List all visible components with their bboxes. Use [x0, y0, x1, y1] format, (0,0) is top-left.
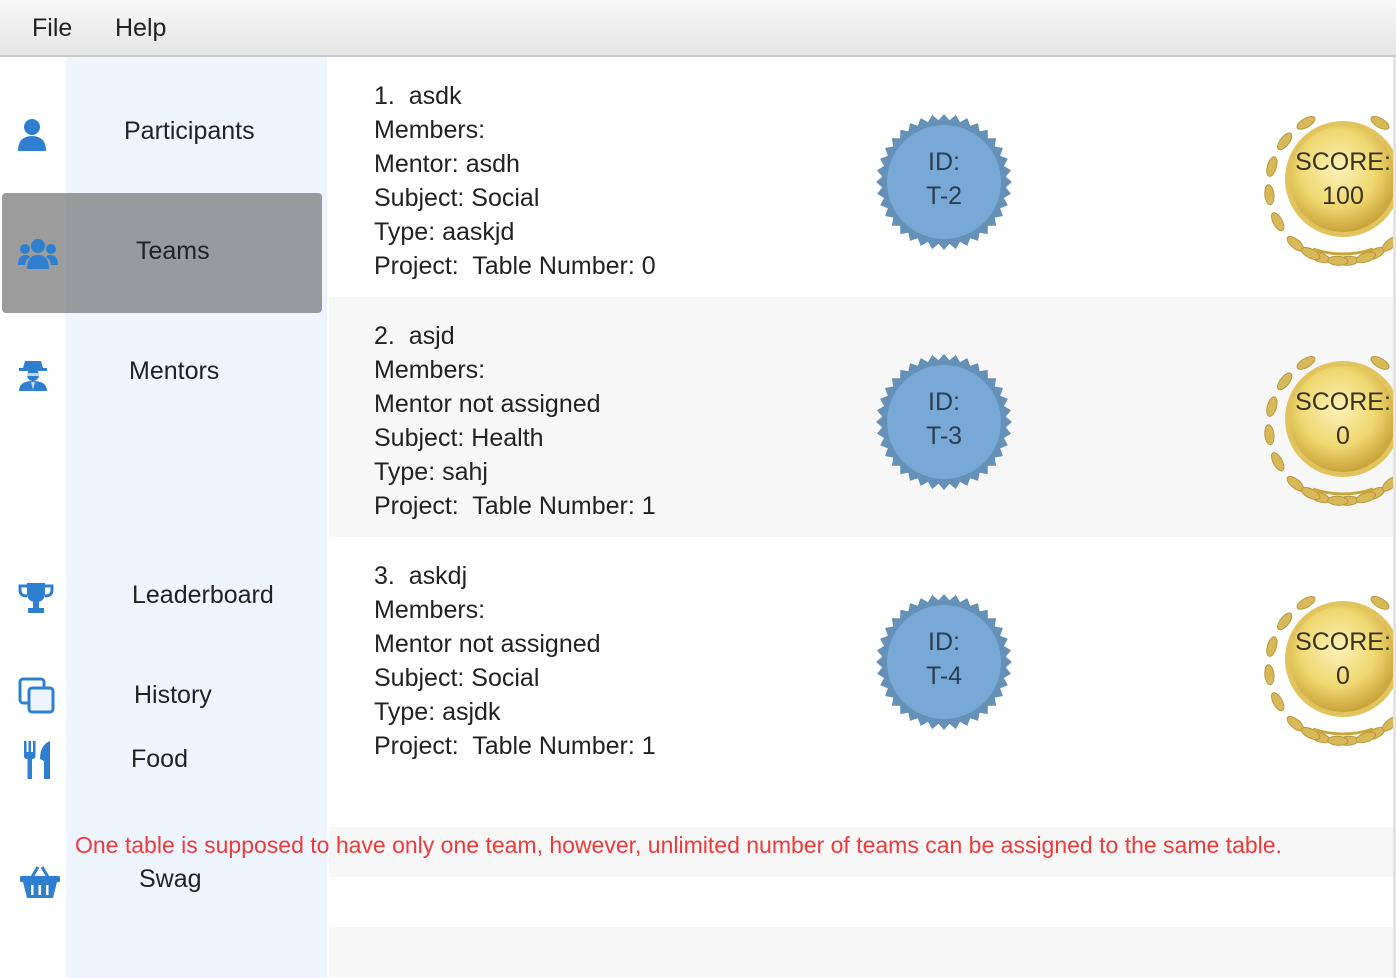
team-members: Members: [374, 596, 486, 624]
score-label: SCORE: [1295, 388, 1391, 416]
team-mentor: Mentor not assigned [374, 390, 601, 418]
sidebar-item-food[interactable]: Food [0, 731, 322, 791]
team-score-badge: SCORE: 100 [1253, 99, 1396, 267]
sidebar-item-swag[interactable]: Swag [0, 851, 322, 911]
team-number: 3. [374, 562, 395, 590]
team-project: Project: Table Number: 1 [374, 732, 656, 760]
menu-file[interactable]: File [32, 14, 72, 43]
team-mentor: Mentor not assigned [374, 630, 601, 658]
sidebar-item-label: Leaderboard [132, 581, 274, 609]
team-id-badge: ID: T-2 [875, 113, 1013, 251]
team-id-badge: ID: T-3 [875, 353, 1013, 491]
team-card[interactable]: 1. asdk Members: Mentor: asdh Subject: S… [329, 57, 1396, 297]
sidebar-item-label: Teams [136, 237, 210, 265]
cutlery-icon [22, 741, 52, 779]
team-project: Project: Table Number: 0 [374, 252, 656, 280]
team-score: 0 [1336, 422, 1350, 450]
sidebar-item-participants[interactable]: Participants [0, 103, 322, 163]
team-members: Members: [374, 116, 486, 144]
team-subject: Subject: Health [374, 424, 544, 452]
sidebar-item-label: Food [131, 745, 188, 773]
team-type: Type: asjdk [374, 698, 501, 726]
team-card[interactable]: 2. asjd Members: Mentor not assigned Sub… [329, 297, 1396, 537]
team-subject: Subject: Social [374, 184, 540, 212]
trophy-icon [18, 581, 54, 615]
sidebar-item-leaderboard[interactable]: Leaderboard [0, 567, 322, 627]
shopping-basket-icon [20, 865, 60, 899]
users-icon [18, 237, 58, 271]
team-details: 2. asjd Members: Mentor not assigned Sub… [374, 319, 656, 523]
empty-list-row [329, 777, 1396, 827]
team-id: T-3 [925, 422, 963, 450]
team-id: T-4 [925, 662, 963, 690]
team-type: Type: aaskjd [374, 218, 515, 246]
menu-bar: File Help [0, 0, 1396, 57]
team-mentor: Mentor: asdh [374, 150, 520, 178]
team-name: asjd [408, 322, 455, 350]
team-score-badge: SCORE: 0 [1253, 579, 1396, 747]
score-label: SCORE: [1295, 628, 1391, 656]
team-subject: Subject: Social [374, 664, 540, 692]
team-score: 100 [1322, 182, 1364, 210]
team-details: 1. asdk Members: Mentor: asdh Subject: S… [374, 79, 656, 283]
team-card[interactable]: 3. askdj Members: Mentor not assigned Su… [329, 537, 1396, 777]
user-icon [14, 117, 50, 151]
team-score: 0 [1336, 662, 1350, 690]
team-number: 1. [374, 82, 395, 110]
user-secret-icon [16, 357, 50, 391]
id-label: ID: [928, 148, 960, 176]
id-label: ID: [928, 628, 960, 656]
sidebar-item-label: Mentors [129, 357, 220, 385]
team-number: 2. [374, 322, 395, 350]
team-details: 3. askdj Members: Mentor not assigned Su… [374, 559, 656, 763]
empty-list-row [329, 927, 1396, 977]
sidebar-item-mentors[interactable]: Mentors [0, 343, 322, 403]
team-type: Type: sahj [374, 458, 488, 486]
team-name: asdk [408, 82, 462, 110]
sidebar-item-teams[interactable]: Teams [0, 223, 322, 283]
team-id: T-2 [925, 182, 963, 210]
sidebar-item-history[interactable]: History [0, 667, 322, 727]
team-name: askdj [408, 562, 468, 590]
team-members: Members: [374, 356, 486, 384]
id-label: ID: [928, 388, 960, 416]
sidebar-item-label: Swag [139, 865, 202, 893]
annotation-text: One table is supposed to have only one t… [75, 832, 1282, 858]
copy-icon [18, 677, 56, 715]
menu-help[interactable]: Help [115, 14, 166, 43]
score-label: SCORE: [1295, 148, 1391, 176]
team-project: Project: Table Number: 1 [374, 492, 656, 520]
empty-list-row [329, 877, 1396, 927]
team-score-badge: SCORE: 0 [1253, 339, 1396, 507]
sidebar-item-label: Participants [124, 117, 255, 145]
sidebar-item-label: History [134, 681, 212, 709]
team-id-badge: ID: T-4 [875, 593, 1013, 731]
